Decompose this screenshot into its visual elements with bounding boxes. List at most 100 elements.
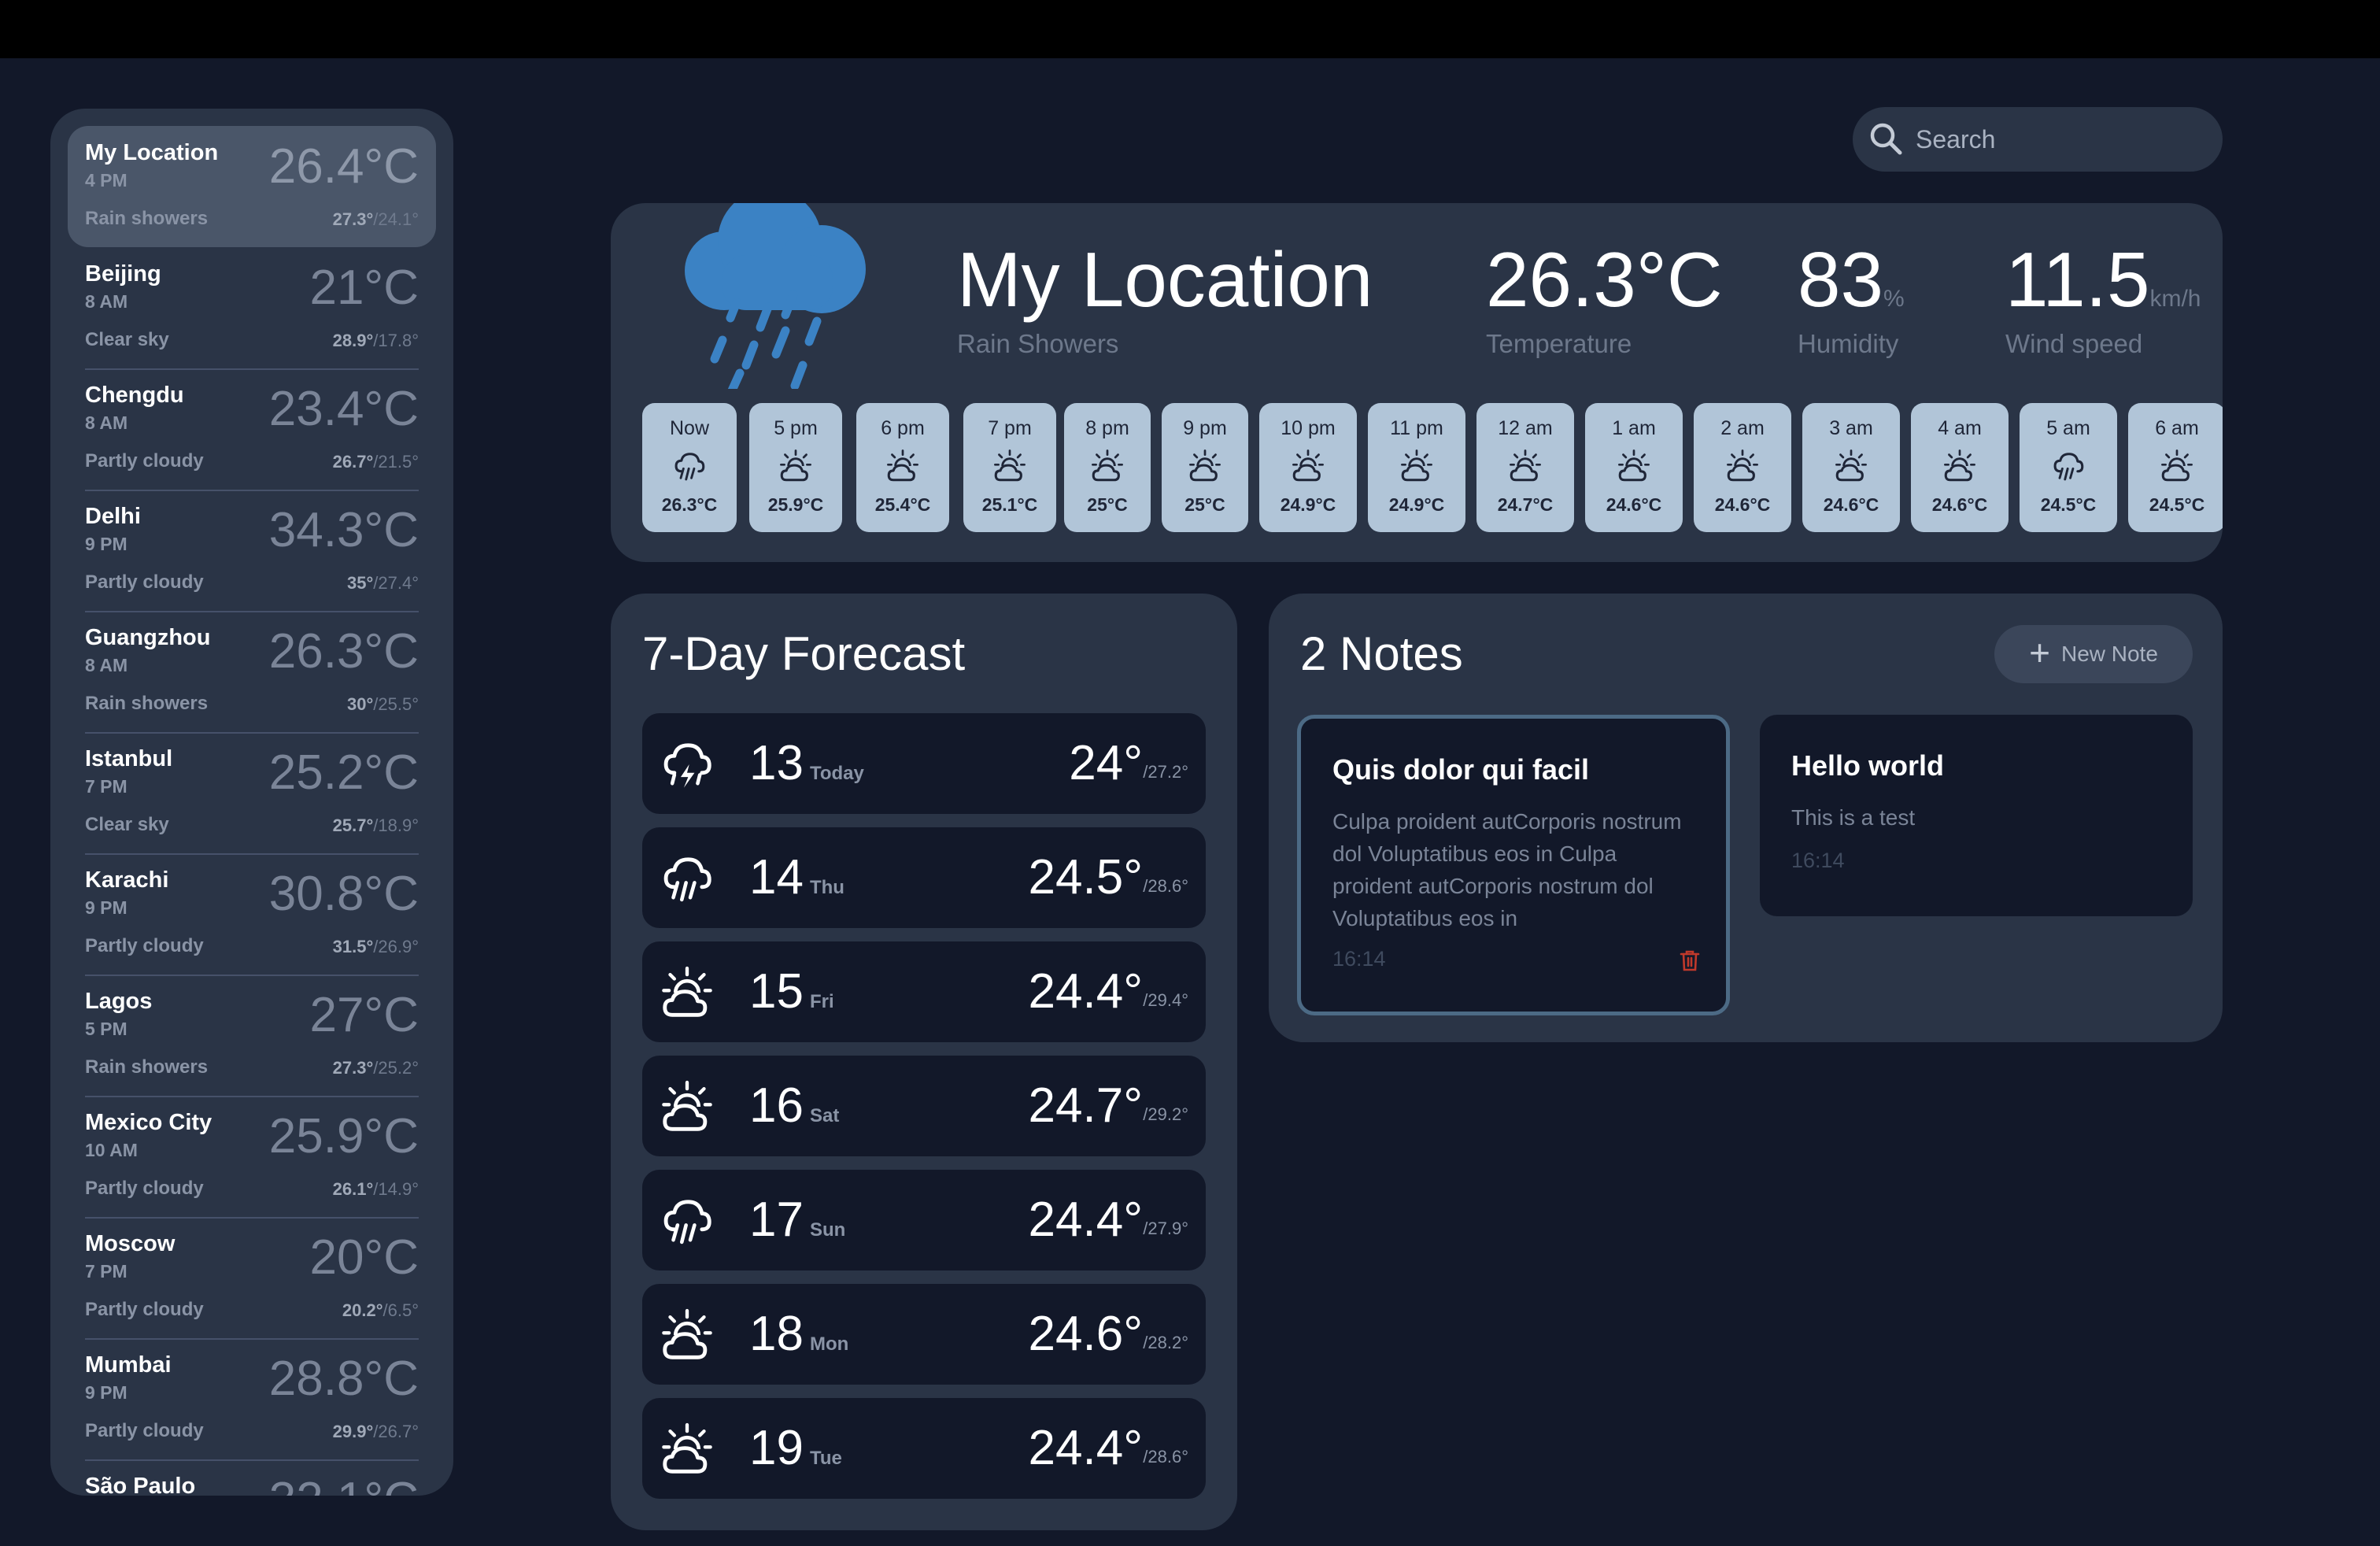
location-condition: Partly cloudy [85,571,204,593]
hourly-item[interactable]: 1 am 24.6°C [1585,403,1683,532]
trash-icon[interactable] [1679,949,1701,972]
hourly-item[interactable]: 5 am 24.5°C [2020,403,2117,532]
location-high: 20.2° [342,1300,383,1320]
thunderstorm-icon [660,737,715,792]
location-time: 5 PM [85,1019,128,1039]
hourly-item[interactable]: 6 am 24.5°C [2128,403,2223,532]
location-condition: Rain showers [85,1056,209,1078]
location-low: /26.7° [373,1422,419,1441]
location-temperature: 25.9°C [268,1109,419,1163]
forecast-day-row[interactable]: 14 Thu 24.5° /28.6° [642,827,1206,928]
day-number: 16 [749,1078,804,1133]
location-name: Chengdu [85,383,184,408]
partly-cloudy-icon [1942,449,1977,483]
sidebar-item-istanbul[interactable]: Istanbul 7 PM Clear sky 25.2°C 25.7°/18.… [68,732,436,853]
location-condition: Partly cloudy [85,1299,204,1320]
location-condition: Clear sky [85,329,169,350]
hourly-item[interactable]: 4 am 24.6°C [1911,403,2009,532]
day-name: Mon [809,1333,849,1355]
rain-icon [672,449,707,483]
sidebar-item-my-location[interactable]: My Location 4 PM Rain showers 26.4°C 27.… [68,126,436,247]
sidebar-item-beijing[interactable]: Beijing 8 AM Clear sky 21°C 28.9°/17.8° [68,247,436,368]
location-temperature: 21°C [309,261,419,315]
forecast-high: 24.4° [1028,964,1143,1019]
sidebar-item-karachi[interactable]: Karachi 9 PM Partly cloudy 30.8°C 31.5°/… [68,853,436,975]
sidebar-item-s-o-paulo[interactable]: São Paulo 32.1°C [68,1459,436,1496]
location-time: 9 PM [85,534,128,554]
location-temperature: 32.1°C [269,1472,419,1496]
hour-label: Now [669,417,709,439]
location-condition: Clear sky [85,814,169,835]
location-range: 27.3°/25.2° [333,1058,419,1078]
temperature-value: 26.3°C [1486,236,1723,323]
sidebar-item-mexico-city[interactable]: Mexico City 10 AM Partly cloudy 25.9°C 2… [68,1096,436,1217]
forecast-day-row[interactable]: 18 Mon 24.6° /28.2° [642,1284,1206,1385]
hourly-item[interactable]: 7 pm 25.1°C [963,403,1056,532]
notes-title: 2 Notes [1300,627,1463,680]
sidebar-item-delhi[interactable]: Delhi 9 PM Partly cloudy 34.3°C 35°/27.4… [68,490,436,611]
note-card[interactable]: Quis dolor qui facil Culpa proident autC… [1297,715,1730,1015]
forecast-day-row[interactable]: 19 Tue 24.4° /28.6° [642,1398,1206,1499]
forecast-day-row[interactable]: 17 Sun 24.4° /27.9° [642,1170,1206,1270]
hourly-item[interactable]: 11 pm 24.9°C [1368,403,1465,532]
sidebar-item-moscow[interactable]: Moscow 7 PM Partly cloudy 20°C 20.2°/6.5… [68,1217,436,1338]
forecast-high: 24.4° [1028,1421,1143,1475]
sidebar-item-guangzhou[interactable]: Guangzhou 8 AM Rain showers 26.3°C 30°/2… [68,611,436,732]
hour-temperature: 24.5°C [2040,494,2097,515]
hour-label: 8 pm [1085,417,1129,439]
location-name: My Location [85,140,219,165]
search-input[interactable] [1916,118,2207,161]
day-number: 19 [749,1421,804,1475]
partly-cloudy-icon [1834,449,1868,483]
new-note-label: New Note [2060,642,2158,666]
location-range: 26.7°/21.5° [333,452,419,472]
search-icon [1870,123,1902,155]
forecast-high: 24.5° [1028,850,1143,904]
wind-label: Wind speed [2005,329,2143,358]
day-name: Today [809,763,864,784]
forecast-day-number: 17 Sun [749,1192,845,1248]
sidebar-item-lagos[interactable]: Lagos 5 PM Rain showers 27°C 27.3°/25.2° [68,975,436,1096]
forecast-day-number: 15 Fri [749,963,834,1019]
day-name: Sun [809,1219,846,1241]
hourly-item[interactable]: 9 pm 25°C [1162,403,1248,532]
location-time: 10 AM [85,1140,138,1160]
forecast-low: /27.9° [1143,1219,1188,1238]
hour-label: 4 am [1938,417,1982,439]
humidity-stat: 83% Humidity [1798,237,1905,358]
sidebar-item-mumbai[interactable]: Mumbai 9 PM Partly cloudy 28.8°C 29.9°/2… [68,1338,436,1459]
location-high: 28.9° [332,331,374,350]
hourly-item[interactable]: 6 pm 25.4°C [856,403,949,532]
hourly-item[interactable]: 10 pm 24.9°C [1259,403,1357,532]
forecast-high: 24° [1069,736,1143,790]
location-range: 26.1°/14.9° [333,1179,419,1200]
hourly-item[interactable]: 3 am 24.6°C [1802,403,1900,532]
location-temperature: 26.3°C [268,624,419,679]
temperature-label: Temperature [1486,329,1632,358]
day-number: 18 [749,1307,804,1361]
note-timestamp: 16:14 [1791,849,1845,872]
location-condition: Partly cloudy [85,450,204,472]
note-card[interactable]: Hello world This is a test 16:14 [1760,715,2193,916]
location-name: Moscow [85,1231,176,1256]
hourly-item[interactable]: Now 26.3°C [642,403,737,532]
hourly-item[interactable]: 12 am 24.7°C [1476,403,1574,532]
location-sidebar: My Location 4 PM Rain showers 26.4°C 27.… [50,109,453,1496]
forecast-low: /28.2° [1143,1333,1188,1352]
location-time: 8 AM [85,412,128,433]
forecast-day-row[interactable]: 16 Sat 24.7° /29.2° [642,1056,1206,1156]
location-high: 26.1° [332,1179,374,1199]
new-note-button[interactable]: + New Note [1994,625,2193,683]
forecast-day-row[interactable]: 15 Fri 24.4° /29.4° [642,941,1206,1042]
sidebar-item-chengdu[interactable]: Chengdu 8 AM Partly cloudy 23.4°C 26.7°/… [68,368,436,490]
hourly-item[interactable]: 2 am 24.6°C [1694,403,1791,532]
search-bar[interactable] [1853,107,2223,172]
hourly-item[interactable]: 5 pm 25.9°C [749,403,842,532]
hourly-item[interactable]: 8 pm 25°C [1064,403,1151,532]
hourly-forecast-strip[interactable]: Now 26.3°C 5 pm 25.9°C 6 pm 25.4°C 7 pm [642,403,2223,532]
wind-stat: 11.5km/h Wind speed [2005,237,2201,358]
location-condition: Partly cloudy [85,1420,204,1441]
location-low: /18.9° [373,816,419,835]
forecast-day-row[interactable]: 13 Today 24° /27.2° [642,713,1206,814]
plus-icon: + [2029,632,2050,673]
